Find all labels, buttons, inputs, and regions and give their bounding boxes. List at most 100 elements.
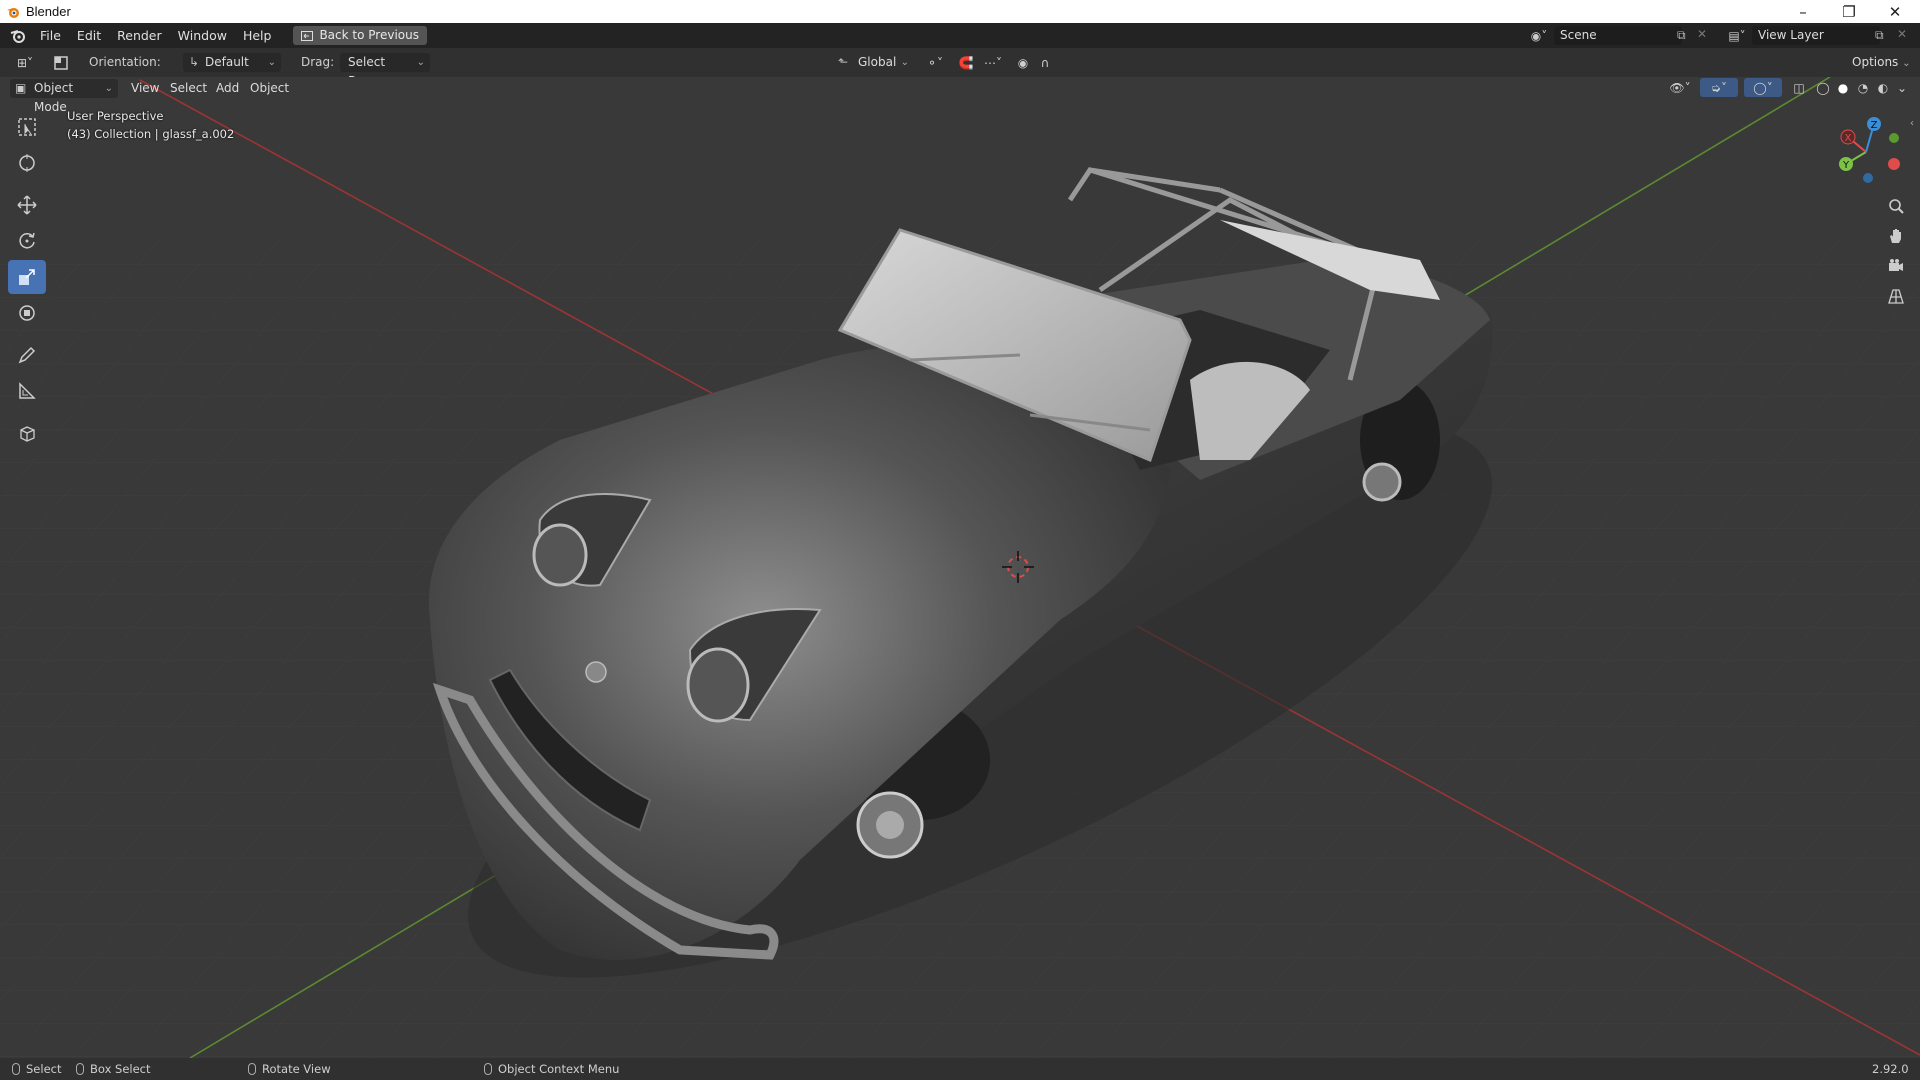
proportional-edit-icon[interactable]: ◉ — [1012, 53, 1034, 72]
menu-help[interactable]: Help — [235, 23, 280, 48]
eye-icon: 👁˅ — [1669, 80, 1691, 95]
tool-scale[interactable] — [8, 260, 46, 294]
options-label: Options — [1852, 55, 1899, 69]
shading-options-chevron-icon[interactable]: ⌄ — [1894, 78, 1910, 97]
new-view-layer-icon[interactable]: ⧉ — [1875, 28, 1884, 43]
snap-settings-button[interactable]: ⋯˅ — [978, 53, 1008, 72]
delete-view-layer-icon[interactable]: ✕ — [1897, 27, 1907, 41]
close-button[interactable]: ✕ — [1872, 0, 1918, 23]
tool-settings-header: ⊞˅ Orientation: ↳ Default ⌄ Drag: Select… — [0, 48, 1920, 88]
gizmo-neg-z-axis — [1863, 173, 1873, 183]
3d-viewport[interactable] — [0, 77, 1920, 1058]
menu-render[interactable]: Render — [109, 23, 170, 48]
scale-icon — [19, 269, 35, 285]
tool-add-cube[interactable] — [8, 416, 46, 450]
status-bar: Select Box Select Rotate View Object Con… — [0, 1058, 1920, 1080]
solid-shading-icon[interactable]: ● — [1834, 78, 1852, 97]
material-preview-shading-icon[interactable]: ◔ — [1854, 78, 1872, 97]
global-axes-icon: ⬑ — [838, 55, 849, 69]
chevron-down-icon: ⌄ — [1902, 58, 1911, 69]
status-select-label: Select — [26, 1062, 62, 1076]
view-layer-browse-button[interactable]: ▤˅ — [1724, 26, 1750, 45]
perspective-ortho-toggle-icon[interactable] — [1882, 282, 1910, 310]
object-mode-icon: ▣ — [15, 81, 27, 95]
gizmo-neg-y-axis — [1889, 133, 1899, 143]
viewport-menu-view[interactable]: View — [131, 79, 159, 97]
object-mode-dropdown[interactable]: ▣ Object Mode ⌄ — [10, 79, 118, 114]
snap-toggle-icon[interactable]: 🧲 — [955, 53, 977, 72]
tool-annotate[interactable] — [8, 338, 46, 372]
pivot-point-icon: ⚬˅ — [926, 55, 944, 70]
blender-menu-icon[interactable] — [10, 29, 26, 43]
tool-move[interactable] — [8, 188, 46, 222]
gizmo-x-axis — [1888, 158, 1900, 170]
add-cube-icon — [20, 426, 35, 442]
tool-rotate[interactable] — [8, 224, 46, 258]
rendered-shading-icon[interactable]: ◐ — [1874, 78, 1892, 97]
viewport-header: ▣ Object Mode ⌄ View Select Add Object 👁… — [0, 77, 1920, 114]
left-mouse-icon — [12, 1063, 20, 1075]
visibility-selectability-button[interactable]: 👁˅ — [1664, 78, 1696, 97]
back-to-previous-button[interactable]: Back to Previous — [293, 26, 427, 45]
gizmo-icon: ➭˅ — [1710, 80, 1728, 95]
camera-view-icon[interactable] — [1882, 252, 1910, 280]
zoom-view-icon[interactable] — [1882, 192, 1910, 220]
back-to-previous-label: Back to Previous — [319, 28, 419, 42]
gizmo-z-label: Z — [1871, 120, 1878, 131]
minimize-button[interactable]: – — [1780, 0, 1826, 23]
orientation-icon: ↳ — [189, 55, 200, 69]
transform-orientation-value: Global — [858, 55, 897, 69]
status-context-menu-label: Object Context Menu — [498, 1062, 620, 1076]
overlays-toggle-button[interactable]: ◯˅ — [1744, 78, 1782, 97]
new-scene-icon[interactable]: ⧉ — [1677, 28, 1686, 43]
navigation-gizmo[interactable]: Z Y X — [1826, 112, 1906, 190]
restore-button[interactable]: ❐ — [1826, 0, 1872, 23]
left-drag-mouse-icon — [76, 1063, 84, 1075]
menu-edit[interactable]: Edit — [69, 23, 109, 48]
viewport-menu-add[interactable]: Add — [216, 79, 239, 97]
falloff-curve-icon[interactable]: ∩ — [1034, 53, 1056, 72]
status-select-hint: Select — [12, 1061, 61, 1077]
chevron-down-icon: ⌄ — [104, 83, 113, 94]
tool-measure[interactable] — [8, 374, 46, 408]
status-box-select-label: Box Select — [90, 1062, 151, 1076]
active-tool-icon[interactable] — [50, 53, 72, 72]
sidebar-toggle-chevron-icon[interactable]: ‹ — [1910, 118, 1914, 129]
editor-type-button[interactable]: ⊞˅ — [10, 53, 40, 72]
status-rotate-view-hint: Rotate View — [248, 1061, 331, 1077]
wireframe-shading-icon[interactable]: ◯ — [1814, 78, 1832, 97]
drag-dropdown[interactable]: Select Box ⌄ — [340, 53, 430, 88]
scene-browse-button[interactable]: ◉˅ — [1526, 26, 1552, 45]
chevron-down-icon: ⌄ — [416, 57, 425, 68]
chevron-down-icon: ⌄ — [900, 57, 909, 68]
orientation-label: Orientation: — [89, 55, 161, 69]
status-context-menu-hint: Object Context Menu — [484, 1061, 619, 1077]
xray-toggle-icon[interactable]: ◫ — [1788, 78, 1810, 97]
drag-label: Drag: — [301, 55, 335, 69]
gizmos-toggle-button[interactable]: ➭˅ — [1700, 78, 1738, 97]
tool-transform[interactable] — [8, 296, 46, 330]
menu-file[interactable]: File — [32, 23, 69, 48]
viewport-menu-select[interactable]: Select — [170, 79, 207, 97]
tool-select-box[interactable] — [8, 110, 46, 144]
blender-logo-icon — [6, 5, 20, 19]
viewport-menu-object[interactable]: Object — [250, 79, 289, 97]
window-title: Blender — [26, 4, 71, 19]
transform-orientation-dropdown[interactable]: ⬑ Global ⌄ — [834, 53, 914, 72]
pan-view-hand-icon[interactable] — [1882, 222, 1910, 250]
options-dropdown[interactable]: Options ⌄ — [1852, 53, 1911, 72]
tool-cursor[interactable] — [8, 146, 46, 180]
view-layer-name-field[interactable]: View Layer — [1752, 26, 1880, 45]
view-layer-icon: ▤˅ — [1728, 28, 1746, 43]
scene-name-field[interactable]: Scene — [1554, 26, 1682, 45]
chevron-down-icon: ⌄ — [267, 57, 276, 68]
menu-window[interactable]: Window — [170, 23, 235, 48]
editor-type-icon: ⊞˅ — [16, 55, 34, 70]
orientation-dropdown[interactable]: ↳ Default ⌄ — [183, 53, 281, 72]
scene-name: Scene — [1560, 28, 1597, 42]
view-layer-name: View Layer — [1758, 28, 1824, 42]
orientation-value: Default — [205, 55, 249, 69]
delete-scene-icon[interactable]: ✕ — [1697, 27, 1707, 41]
pivot-point-button[interactable]: ⚬˅ — [920, 53, 950, 72]
top-menu-bar: File Edit Render Window Help Back to Pre… — [0, 23, 1920, 48]
